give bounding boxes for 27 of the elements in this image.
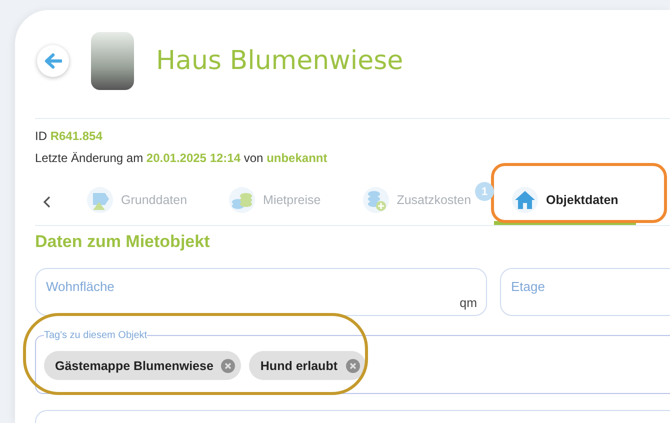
house-icon <box>512 187 538 213</box>
tag-chip[interactable]: Hund erlaubt <box>249 351 366 380</box>
tag-label: Hund erlaubt <box>260 358 338 372</box>
coins-icon <box>229 187 256 213</box>
coins-add-icon <box>362 187 389 213</box>
section-title: Daten zum Mietobjekt <box>35 232 211 252</box>
count-badge: 1 <box>475 182 494 201</box>
back-arrow-icon <box>44 53 62 69</box>
changed-date: 20.01.2025 12:14 <box>146 151 241 165</box>
back-button[interactable] <box>37 45 69 77</box>
field-legend: Tag's zu diesem Objekt <box>44 330 148 341</box>
changed-by-value: unbekannt <box>266 151 328 165</box>
photo-placeholder <box>91 32 134 90</box>
remove-icon[interactable] <box>221 358 236 372</box>
tag-chip[interactable]: Gästemappe Blumenwiese <box>44 351 242 380</box>
tags-field[interactable]: Tag's zu diesem Objekt Gästemappe Blumenwiese Hund erlaubt <box>35 330 670 394</box>
id-value: R641.854 <box>50 129 102 143</box>
chevron-left-icon[interactable] <box>43 196 51 208</box>
changed-label: Letzte Änderung am <box>35 151 144 165</box>
tab[interactable]: Objektdaten <box>494 179 636 225</box>
remove-icon[interactable] <box>346 358 360 372</box>
id-label: ID <box>35 129 47 143</box>
page-title: Haus Blumenwiese <box>156 46 404 76</box>
tag-label: Gästemappe Blumenwiese <box>55 358 214 372</box>
changed-by-label: von <box>244 151 264 165</box>
unit-label: qm <box>460 296 477 310</box>
input-field[interactable]: Etage <box>500 268 670 316</box>
